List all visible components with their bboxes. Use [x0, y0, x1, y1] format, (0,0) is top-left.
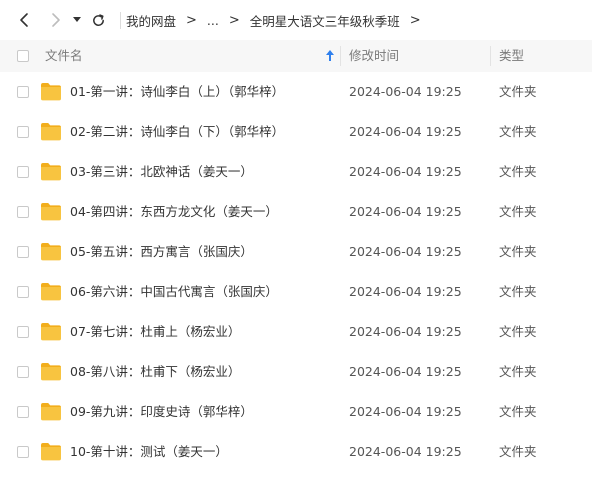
file-name[interactable]: 08-第八讲：杜甫下（杨宏业） — [70, 352, 240, 392]
modified-time: 2024-06-04 19:25 — [349, 444, 462, 459]
row-checkbox[interactable] — [17, 206, 29, 218]
breadcrumb-expand-icon[interactable]: > — [410, 13, 421, 28]
modified-time: 2024-06-04 19:25 — [349, 404, 462, 419]
caret-down-icon — [73, 17, 81, 22]
breadcrumb-divider — [120, 12, 121, 29]
forward-button[interactable] — [44, 8, 68, 32]
table-row[interactable]: 06-第六讲：中国古代寓言（张国庆） 2024-06-04 19:25 文件夹 — [0, 272, 592, 312]
file-name[interactable]: 05-第五讲：西方寓言（张国庆） — [70, 232, 253, 272]
table-row[interactable]: 07-第七讲：杜甫上（杨宏业） 2024-06-04 19:25 文件夹 — [0, 312, 592, 352]
table-row[interactable]: 09-第九讲：印度史诗（郭华梓） 2024-06-04 19:25 文件夹 — [0, 392, 592, 432]
history-dropdown-button[interactable] — [67, 8, 87, 32]
table-row[interactable]: 08-第八讲：杜甫下（杨宏业） 2024-06-04 19:25 文件夹 — [0, 352, 592, 392]
select-all-checkbox[interactable] — [17, 50, 29, 62]
refresh-icon — [92, 13, 104, 26]
table-row[interactable]: 10-第十讲：测试（姜天一） 2024-06-04 19:25 文件夹 — [0, 432, 592, 472]
chevron-right-icon — [52, 13, 60, 27]
row-checkbox[interactable] — [17, 446, 29, 458]
file-type: 文件夹 — [499, 244, 537, 259]
modified-time: 2024-06-04 19:25 — [349, 124, 462, 139]
file-type: 文件夹 — [499, 84, 537, 99]
folder-icon — [41, 283, 61, 301]
file-name[interactable]: 07-第七讲：杜甫上（杨宏业） — [70, 312, 240, 352]
modified-time: 2024-06-04 19:25 — [349, 364, 462, 379]
row-checkbox[interactable] — [17, 366, 29, 378]
breadcrumb-ellipsis[interactable]: ... — [207, 13, 219, 28]
folder-icon — [41, 203, 61, 221]
folder-icon — [41, 83, 61, 101]
file-type: 文件夹 — [499, 124, 537, 139]
folder-icon — [41, 363, 61, 381]
folder-icon — [41, 403, 61, 421]
file-name[interactable]: 04-第四讲：东西方龙文化（姜天一） — [70, 192, 278, 232]
back-button[interactable] — [12, 8, 36, 32]
file-type: 文件夹 — [499, 204, 537, 219]
breadcrumb-root[interactable]: 我的网盘 — [126, 11, 176, 30]
file-name[interactable]: 10-第十讲：测试（姜天一） — [70, 432, 228, 472]
file-list-header: 文件名 修改时间 类型 — [0, 40, 592, 72]
breadcrumb-separator-icon: > — [228, 12, 240, 28]
folder-icon — [41, 163, 61, 181]
folder-icon — [41, 243, 61, 261]
modified-time: 2024-06-04 19:25 — [349, 324, 462, 339]
breadcrumb: 我的网盘 > ... > 全明星大语文三年级秋季班 > — [120, 0, 431, 40]
sort-up-arrow-icon[interactable] — [326, 50, 334, 61]
folder-icon — [41, 123, 61, 141]
row-checkbox[interactable] — [17, 286, 29, 298]
folder-icon — [41, 323, 61, 341]
modified-time: 2024-06-04 19:25 — [349, 284, 462, 299]
modified-time: 2024-06-04 19:25 — [349, 244, 462, 259]
file-type: 文件夹 — [499, 164, 537, 179]
folder-icon — [41, 443, 61, 461]
breadcrumb-separator-icon: > — [186, 12, 197, 28]
table-row[interactable]: 02-第二讲：诗仙李白（下）（郭华梓） 2024-06-04 19:25 文件夹 — [0, 112, 592, 152]
chevron-left-icon — [20, 13, 28, 27]
row-checkbox[interactable] — [17, 126, 29, 138]
table-row[interactable]: 03-第三讲：北欧神话（姜天一） 2024-06-04 19:25 文件夹 — [0, 152, 592, 192]
row-checkbox[interactable] — [17, 86, 29, 98]
file-type: 文件夹 — [499, 364, 537, 379]
file-type: 文件夹 — [499, 444, 537, 459]
table-row[interactable]: 04-第四讲：东西方龙文化（姜天一） 2024-06-04 19:25 文件夹 — [0, 192, 592, 232]
column-divider[interactable] — [490, 46, 491, 66]
navigation-bar: 我的网盘 > ... > 全明星大语文三年级秋季班 > — [0, 0, 592, 40]
modified-time: 2024-06-04 19:25 — [349, 164, 462, 179]
modified-time: 2024-06-04 19:25 — [349, 204, 462, 219]
file-type: 文件夹 — [499, 284, 537, 299]
table-row[interactable]: 01-第一讲：诗仙李白（上）（郭华梓） 2024-06-04 19:25 文件夹 — [0, 72, 592, 112]
file-name[interactable]: 02-第二讲：诗仙李白（下）（郭华梓） — [70, 112, 284, 152]
column-header-modified[interactable]: 修改时间 — [349, 40, 399, 72]
table-row[interactable]: 05-第五讲：西方寓言（张国庆） 2024-06-04 19:25 文件夹 — [0, 232, 592, 272]
row-checkbox[interactable] — [17, 406, 29, 418]
file-type: 文件夹 — [499, 404, 537, 419]
column-header-type[interactable]: 类型 — [499, 40, 524, 72]
row-checkbox[interactable] — [17, 326, 29, 338]
file-name[interactable]: 03-第三讲：北欧神话（姜天一） — [70, 152, 253, 192]
row-checkbox[interactable] — [17, 166, 29, 178]
file-name[interactable]: 09-第九讲：印度史诗（郭华梓） — [70, 392, 253, 432]
breadcrumb-current[interactable]: 全明星大语文三年级秋季班 — [250, 11, 400, 30]
row-checkbox[interactable] — [17, 246, 29, 258]
refresh-button[interactable] — [86, 8, 110, 32]
file-type: 文件夹 — [499, 324, 537, 339]
file-name[interactable]: 06-第六讲：中国古代寓言（张国庆） — [70, 272, 278, 312]
column-header-name[interactable]: 文件名 — [45, 40, 83, 72]
column-divider[interactable] — [340, 46, 341, 66]
modified-time: 2024-06-04 19:25 — [349, 84, 462, 99]
file-name[interactable]: 01-第一讲：诗仙李白（上）（郭华梓） — [70, 72, 284, 112]
